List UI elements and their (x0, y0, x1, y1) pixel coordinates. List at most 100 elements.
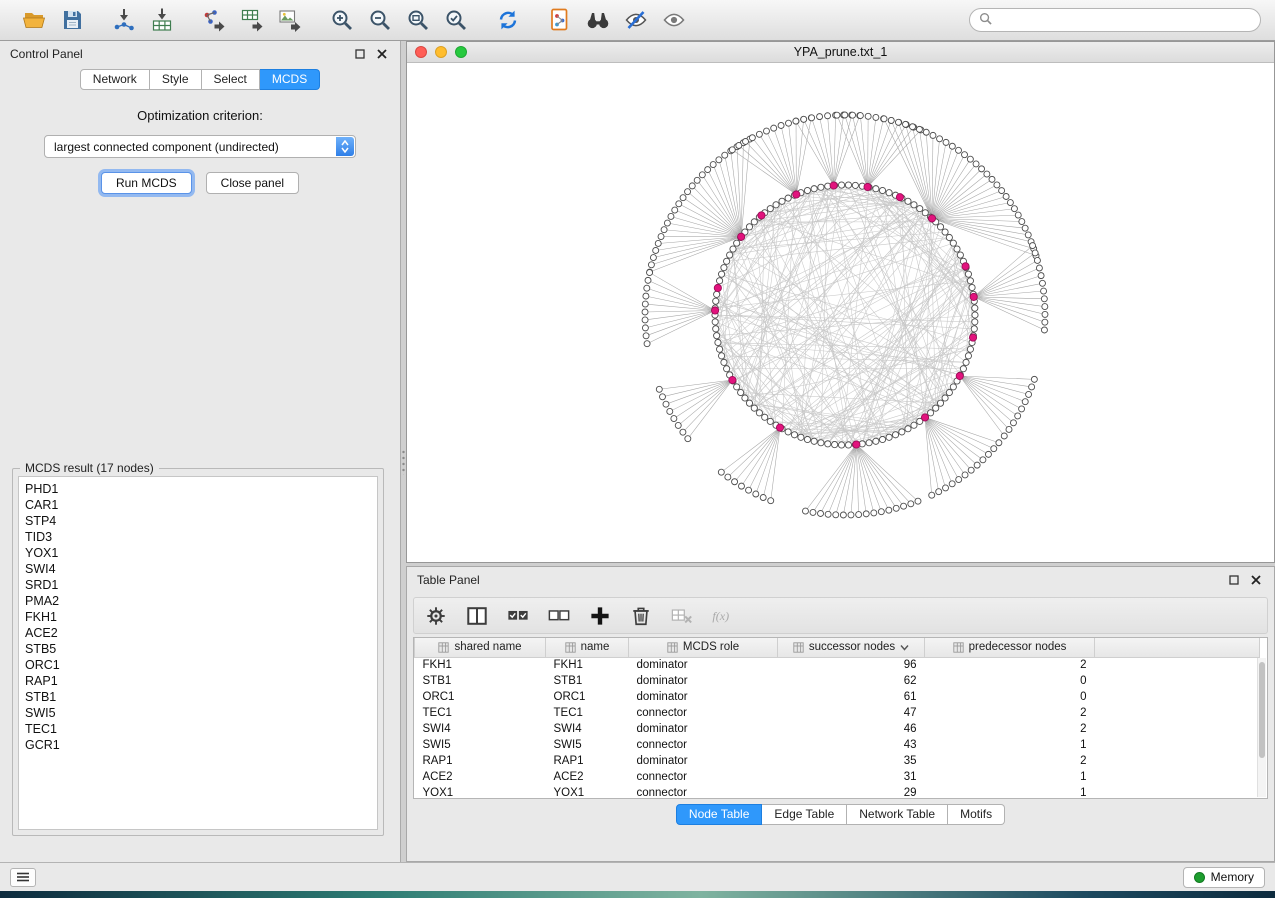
open-folder-icon[interactable] (21, 7, 47, 33)
cell: ORC1 (415, 689, 546, 705)
cell: 2 (925, 753, 1095, 769)
network-view-panel: YPA_prune.txt_1 (406, 41, 1275, 563)
mcds-result-item[interactable]: SWI4 (25, 561, 377, 577)
add-row-icon[interactable] (588, 604, 612, 628)
close-window-icon[interactable] (415, 46, 427, 58)
export-table-icon[interactable] (239, 7, 265, 33)
table-row[interactable]: ACE2ACE2connector311 (415, 769, 1260, 785)
hamburger-menu-button[interactable] (10, 868, 36, 887)
cell: YOX1 (546, 785, 629, 799)
tab-style[interactable]: Style (150, 69, 202, 90)
mcds-result-item[interactable]: FKH1 (25, 609, 377, 625)
mcds-result-item[interactable]: PHD1 (25, 481, 377, 497)
zoom-fit-icon[interactable] (405, 7, 431, 33)
desktop-wallpaper-strip (0, 891, 1275, 898)
close-panel-button[interactable]: Close panel (206, 172, 299, 194)
tab-mcds[interactable]: MCDS (260, 69, 320, 90)
control-panel-title: Control Panel (10, 47, 83, 61)
criterion-dropdown[interactable]: largest connected component (undirected) (44, 135, 356, 158)
mcds-result-item[interactable]: SWI5 (25, 705, 377, 721)
maximize-window-icon[interactable] (455, 46, 467, 58)
zoom-in-icon[interactable] (329, 7, 355, 33)
mcds-result-item[interactable]: ACE2 (25, 625, 377, 641)
table-row[interactable]: SWI5SWI5connector431 (415, 737, 1260, 753)
mcds-result-item[interactable]: STB1 (25, 689, 377, 705)
zoom-selected-icon[interactable] (443, 7, 469, 33)
run-mcds-button[interactable]: Run MCDS (101, 172, 192, 194)
cell: 0 (925, 673, 1095, 689)
cell: 43 (778, 737, 925, 753)
memory-button[interactable]: Memory (1183, 867, 1265, 888)
deselect-all-icon[interactable] (547, 604, 571, 628)
mcds-result-item[interactable]: STP4 (25, 513, 377, 529)
cell: 47 (778, 705, 925, 721)
table-row[interactable]: RAP1RAP1dominator352 (415, 753, 1260, 769)
select-all-icon[interactable] (506, 604, 530, 628)
zoom-out-icon[interactable] (367, 7, 393, 33)
mcds-result-list[interactable]: PHD1CAR1STP4TID3YOX1SWI4SRD1PMA2FKH1ACE2… (18, 476, 378, 830)
mcds-result-item[interactable]: SRD1 (25, 577, 377, 593)
tab-select[interactable]: Select (202, 69, 260, 90)
tab-network-table[interactable]: Network Table (847, 804, 948, 825)
import-network-icon[interactable] (111, 7, 137, 33)
show-eye-icon[interactable] (661, 7, 687, 33)
cell: FKH1 (415, 657, 546, 673)
table-tabs: Node TableEdge TableNetwork TableMotifs (407, 804, 1274, 825)
table-row[interactable]: STB1STB1dominator620 (415, 673, 1260, 689)
tab-edge-table[interactable]: Edge Table (762, 804, 847, 825)
scrollbar-thumb[interactable] (1259, 662, 1265, 758)
node-table: shared namenameMCDS rolesuccessor nodesp… (413, 637, 1268, 799)
table-row[interactable]: ORC1ORC1dominator610 (415, 689, 1260, 705)
close-panel-icon[interactable] (374, 46, 390, 62)
table-scrollbar[interactable] (1257, 658, 1266, 797)
cell: 2 (925, 657, 1095, 673)
export-image-icon[interactable] (277, 7, 303, 33)
mcds-result-item[interactable]: TEC1 (25, 721, 377, 737)
tab-network[interactable]: Network (80, 69, 150, 90)
minimize-window-icon[interactable] (435, 46, 447, 58)
export-network-icon[interactable] (201, 7, 227, 33)
delete-row-icon[interactable] (629, 604, 653, 628)
column-header-successor-nodes[interactable]: successor nodes (778, 638, 925, 657)
mcds-result-item[interactable]: TID3 (25, 529, 377, 545)
tab-motifs[interactable]: Motifs (948, 804, 1005, 825)
save-icon[interactable] (59, 7, 85, 33)
mcds-result-item[interactable]: CAR1 (25, 497, 377, 513)
table-row[interactable]: YOX1YOX1connector291 (415, 785, 1260, 799)
settings-gear-icon[interactable] (424, 604, 448, 628)
column-header-name[interactable]: name (546, 638, 629, 657)
cell: 62 (778, 673, 925, 689)
mcds-result-item[interactable]: RAP1 (25, 673, 377, 689)
mcds-result-item[interactable]: PMA2 (25, 593, 377, 609)
table-row[interactable]: SWI4SWI4dominator462 (415, 721, 1260, 737)
mcds-result-box: MCDS result (17 nodes) PHD1CAR1STP4TID3Y… (12, 468, 384, 836)
table-row[interactable]: FKH1FKH1dominator962 (415, 657, 1260, 673)
column-header-shared-name[interactable]: shared name (415, 638, 546, 657)
search-binoculars-icon[interactable] (585, 7, 611, 33)
mcds-result-item[interactable]: YOX1 (25, 545, 377, 561)
refresh-icon[interactable] (495, 7, 521, 33)
tab-node-table[interactable]: Node Table (676, 804, 763, 825)
function-builder-icon[interactable]: f(x) (711, 604, 735, 628)
mcds-result-item[interactable]: STB5 (25, 641, 377, 657)
close-table-panel-icon[interactable] (1248, 572, 1264, 588)
column-visibility-icon[interactable] (465, 604, 489, 628)
network-canvas[interactable] (407, 63, 1274, 562)
column-header-predecessor-nodes[interactable]: predecessor nodes (925, 638, 1095, 657)
import-table-icon[interactable] (149, 7, 175, 33)
table-row[interactable]: TEC1TEC1connector472 (415, 705, 1260, 721)
cell: dominator (629, 673, 778, 689)
search-input[interactable] (998, 13, 1251, 27)
mcds-result-item[interactable]: ORC1 (25, 657, 377, 673)
column-header-MCDS-role[interactable]: MCDS role (629, 638, 778, 657)
cell: 0 (925, 689, 1095, 705)
float-panel-icon[interactable] (352, 46, 368, 62)
float-table-panel-icon[interactable] (1226, 572, 1242, 588)
share-document-icon[interactable] (547, 7, 573, 33)
column-header-filler (1095, 638, 1260, 657)
search-box[interactable] (969, 8, 1261, 32)
hide-eye-icon[interactable] (623, 7, 649, 33)
cell: STB1 (415, 673, 546, 689)
delete-table-icon[interactable] (670, 604, 694, 628)
mcds-result-item[interactable]: GCR1 (25, 737, 377, 753)
